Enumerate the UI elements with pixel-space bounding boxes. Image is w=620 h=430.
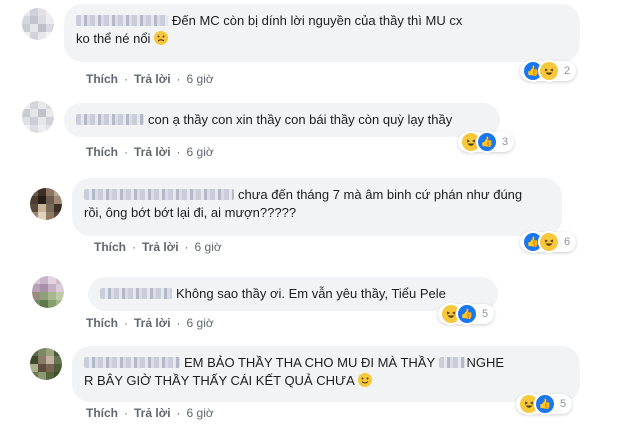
avatar[interactable] <box>22 8 54 40</box>
author-name-redacted[interactable] <box>100 288 172 299</box>
comment-bubble: Không sao thầy ơi. Em vẫn yêu thầy, Tiểu… <box>88 277 498 311</box>
timestamp[interactable]: 6 giờ <box>187 406 214 420</box>
comment-text: Không sao thầy ơi. Em vẫn yêu thầy, Tiểu… <box>176 286 446 301</box>
avatar[interactable] <box>30 348 62 380</box>
comment-actions: Thích · Trả lời · 6 giờ <box>86 406 214 420</box>
reaction-count: 6 <box>564 236 571 248</box>
comment-text: chưa đến tháng 7 mà âm binh cứ phán như … <box>238 187 523 202</box>
avatar[interactable] <box>32 276 64 308</box>
comment-text-continued: NGHE <box>466 355 505 370</box>
reply-link[interactable]: Trả lời <box>134 316 171 330</box>
author-name-redacted[interactable] <box>84 189 234 200</box>
like-link[interactable]: Thích <box>86 72 118 86</box>
reaction-count: 2 <box>564 65 571 77</box>
comment-bubble: Đến MC còn bị dính lời nguyền của thầy t… <box>64 4 580 62</box>
redacted-word <box>438 357 465 368</box>
reaction-count: 5 <box>482 308 489 320</box>
like-link[interactable]: Thích <box>86 406 118 420</box>
avatar[interactable] <box>30 188 62 220</box>
reaction-summary[interactable]: 👍 2 <box>520 60 577 82</box>
like-link[interactable]: Thích <box>86 145 118 159</box>
avatar[interactable] <box>22 101 54 133</box>
reply-link[interactable]: Trả lời <box>134 406 171 420</box>
comment-bubble: chưa đến tháng 7 mà âm binh cứ phán như … <box>72 178 562 236</box>
comment-text: EM BẢO THẦY THA CHO MU ĐI MÀ THẦY <box>184 355 435 370</box>
reaction-summary[interactable]: 👍 3 <box>458 131 515 153</box>
haha-reaction-icon <box>538 60 560 82</box>
sad-face-icon <box>154 31 169 45</box>
comment-actions: Thích · Trả lời · 6 giờ <box>94 240 222 254</box>
reply-link[interactable]: Trả lời <box>134 72 171 86</box>
like-link[interactable]: Thích <box>94 240 126 254</box>
haha-reaction-icon <box>538 231 560 253</box>
reaction-count: 5 <box>560 398 567 410</box>
comment-bubble: con ạ thầy con xin thầy con bái thầy còn… <box>64 103 500 137</box>
comment-text: con ạ thầy con xin thầy con bái thầy còn… <box>148 112 453 127</box>
smile-icon <box>357 373 372 387</box>
author-name-redacted[interactable] <box>76 15 168 26</box>
timestamp[interactable]: 6 giờ <box>187 316 214 330</box>
comment-bubble: EM BẢO THẦY THA CHO MU ĐI MÀ THẦY NGHE R… <box>72 346 580 402</box>
like-reaction-icon: 👍 <box>476 131 498 153</box>
timestamp[interactable]: 6 giờ <box>195 240 222 254</box>
author-name-redacted[interactable] <box>84 357 180 368</box>
reply-link[interactable]: Trả lời <box>142 240 179 254</box>
timestamp[interactable]: 6 giờ <box>187 72 214 86</box>
reaction-summary[interactable]: 👍 6 <box>520 231 577 253</box>
reaction-summary[interactable]: 👍 5 <box>438 303 495 325</box>
reply-link[interactable]: Trả lời <box>134 145 171 159</box>
like-reaction-icon: 👍 <box>534 393 556 415</box>
comment-actions: Thích · Trả lời · 6 giờ <box>86 72 214 86</box>
comment-text-line2: R BÂY GIỜ THẦY THẤY CÁI KẾT QUẢ CHƯA <box>84 373 355 388</box>
comment-text: Đến MC còn bị dính lời nguyền của thầy t… <box>172 13 463 28</box>
comment-actions: Thích · Trả lời · 6 giờ <box>86 145 214 159</box>
comment-text-line2: ko thể né nổi <box>76 31 151 46</box>
like-reaction-icon: 👍 <box>456 303 478 325</box>
like-link[interactable]: Thích <box>86 316 118 330</box>
reaction-count: 3 <box>502 136 509 148</box>
reaction-summary[interactable]: 👍 5 <box>516 393 573 415</box>
comment-actions: Thích · Trả lời · 6 giờ <box>86 316 214 330</box>
author-name-redacted[interactable] <box>76 114 144 125</box>
timestamp[interactable]: 6 giờ <box>187 145 214 159</box>
comment-text-line2: rồi, ông bớt bớt lại đi, ai mượn????? <box>84 205 297 220</box>
